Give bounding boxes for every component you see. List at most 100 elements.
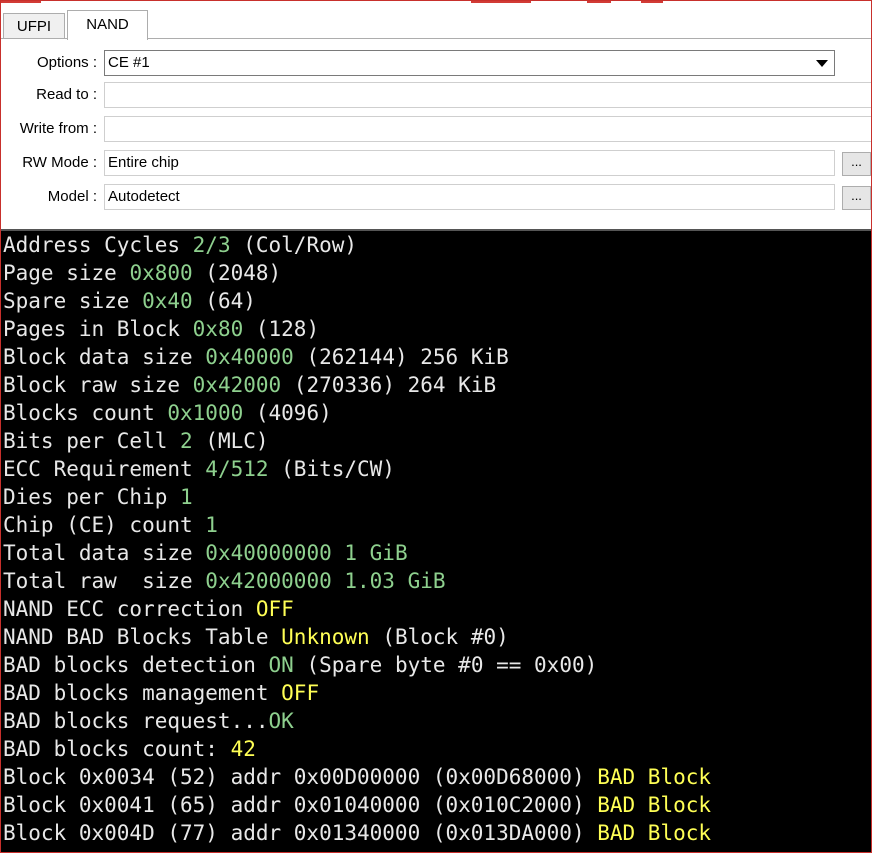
rw-mode-row: RW Mode : Entire chip ...	[1, 150, 871, 178]
log-line: Pages in Block 0x80 (128)	[1, 315, 871, 343]
log-segment: 2/3	[192, 233, 231, 257]
log-segment: NAND BAD Blocks Table	[3, 625, 282, 649]
log-segment: Block 0x0041 (65) addr 0x01040000 (0x010…	[3, 793, 598, 817]
model-row: Model : Autodetect ...	[1, 184, 871, 212]
log-segment: 0x80	[192, 317, 244, 341]
log-line: BAD blocks count: 42	[1, 735, 871, 763]
model-browse-button[interactable]: ...	[842, 186, 871, 210]
log-segment: 1	[205, 513, 218, 537]
log-segment: 0x40	[142, 289, 193, 313]
log-segment: Dies per Chip	[3, 485, 181, 509]
log-segment: Spare size	[3, 289, 143, 313]
log-segment: Page size	[3, 261, 130, 285]
log-segment: BAD blocks request...	[3, 709, 269, 733]
log-console[interactable]: Address Cycles 2/3 (Col/Row) Page size 0x…	[1, 229, 871, 852]
log-segment: 0x1000	[167, 401, 244, 425]
log-segment: BAD Block	[597, 821, 712, 845]
log-segment: Total raw size	[3, 569, 206, 593]
log-segment: Chip (CE) count	[3, 513, 206, 537]
log-segment: (MLC)	[192, 429, 269, 453]
strip-accent	[471, 1, 531, 3]
read-to-row: Read to :	[1, 82, 871, 110]
write-from-input[interactable]	[104, 116, 871, 142]
log-segment: 0x42000	[192, 373, 282, 397]
log-segment: (128)	[243, 317, 320, 341]
log-segment: OFF	[281, 681, 320, 705]
log-segment: Block raw size	[3, 373, 193, 397]
log-line: Block 0x004D (77) addr 0x01340000 (0x013…	[1, 819, 871, 847]
log-line: Total data size 0x40000000 1 GiB	[1, 539, 871, 567]
app-window: UFPI NAND Options : CE #1 Read to : Writ…	[0, 0, 872, 853]
write-from-label: Write from :	[19, 120, 97, 137]
options-select[interactable]: CE #1	[104, 50, 835, 76]
tab-nand[interactable]: NAND	[67, 10, 148, 40]
log-line: Block 0x0041 (65) addr 0x01040000 (0x010…	[1, 791, 871, 819]
log-segment: (4096)	[243, 401, 332, 425]
log-segment: OK	[268, 709, 294, 733]
strip-accent	[1, 1, 41, 3]
read-to-input[interactable]	[104, 82, 871, 108]
log-segment: 0x42000000 1.03 GiB	[205, 569, 446, 593]
log-line: Block raw size 0x42000 (270336) 264 KiB	[1, 371, 871, 399]
log-segment: 0x40000000 1 GiB	[205, 541, 408, 565]
log-segment: 4/512	[205, 457, 269, 481]
log-segment: Block data size	[3, 345, 206, 369]
rw-mode-field[interactable]: Entire chip	[104, 150, 835, 176]
log-segment: ON	[268, 653, 294, 677]
options-select-value: CE #1	[108, 54, 150, 71]
log-segment: Pages in Block	[3, 317, 193, 341]
log-segment: 2	[180, 429, 193, 453]
log-line: BAD blocks management OFF	[1, 679, 871, 707]
log-segment: Bits per Cell	[3, 429, 181, 453]
options-row: Options : CE #1	[1, 50, 871, 78]
model-label: Model :	[47, 188, 97, 205]
log-segment: 0x800	[129, 261, 193, 285]
rw-mode-browse-button[interactable]: ...	[842, 152, 871, 176]
log-line: Blocks count 0x1000 (4096)	[1, 399, 871, 427]
nand-options-form: Options : CE #1 Read to : Write from : R…	[1, 39, 871, 227]
log-segment: (Col/Row)	[230, 233, 358, 257]
log-line: Block data size 0x40000 (262144) 256 KiB	[1, 343, 871, 371]
rw-mode-label: RW Mode :	[22, 154, 97, 171]
log-line: Chip (CE) count 1	[1, 511, 871, 539]
title-strip	[1, 1, 871, 7]
chevron-down-icon[interactable]	[816, 60, 828, 67]
tab-bar: UFPI NAND	[1, 9, 871, 40]
log-segment: (2048)	[192, 261, 282, 285]
log-segment: 0x40000	[205, 345, 294, 369]
strip-accent	[641, 1, 663, 3]
log-segment: Block 0x004D (77) addr 0x01340000 (0x013…	[3, 821, 598, 845]
log-segment: (Spare byte #0 == 0x00)	[293, 653, 598, 677]
log-segment: BAD blocks count:	[3, 737, 231, 761]
log-segment: (64)	[192, 289, 256, 313]
log-segment: BAD blocks management	[3, 681, 282, 705]
log-segment: Blocks count	[3, 401, 168, 425]
tab-ufpi[interactable]: UFPI	[3, 13, 65, 38]
options-label: Options :	[36, 54, 97, 71]
log-segment: BAD blocks detection	[3, 653, 269, 677]
log-segment: BAD Block	[597, 765, 712, 789]
log-segment: 42	[230, 737, 256, 761]
log-segment: Address Cycles	[3, 233, 193, 257]
log-segment: (262144) 256 KiB	[293, 345, 509, 369]
log-line: Bits per Cell 2 (MLC)	[1, 427, 871, 455]
log-line: Dies per Chip 1	[1, 483, 871, 511]
log-line: NAND ECC correction OFF	[1, 595, 871, 623]
log-segment: (Bits/CW)	[268, 457, 395, 481]
log-segment: (270336) 264 KiB	[281, 373, 497, 397]
log-line: BAD blocks detection ON (Spare byte #0 =…	[1, 651, 871, 679]
log-segment: Block 0x0034 (52) addr 0x00D00000 (0x00D…	[3, 765, 598, 789]
log-segment: 1	[180, 485, 193, 509]
model-field[interactable]: Autodetect	[104, 184, 835, 210]
log-line: Page size 0x800 (2048)	[1, 259, 871, 287]
log-line: ECC Requirement 4/512 (Bits/CW)	[1, 455, 871, 483]
log-segment: ECC Requirement	[3, 457, 206, 481]
log-segment: Unknown	[281, 625, 370, 649]
log-line: Spare size 0x40 (64)	[1, 287, 871, 315]
log-line: NAND BAD Blocks Table Unknown (Block #0)	[1, 623, 871, 651]
log-line: BAD blocks request...OK	[1, 707, 871, 735]
log-segment: (Block #0)	[369, 625, 509, 649]
log-segment: NAND ECC correction	[3, 597, 256, 621]
log-line: Address Cycles 2/3 (Col/Row)	[1, 231, 871, 259]
log-segment: OFF	[255, 597, 294, 621]
